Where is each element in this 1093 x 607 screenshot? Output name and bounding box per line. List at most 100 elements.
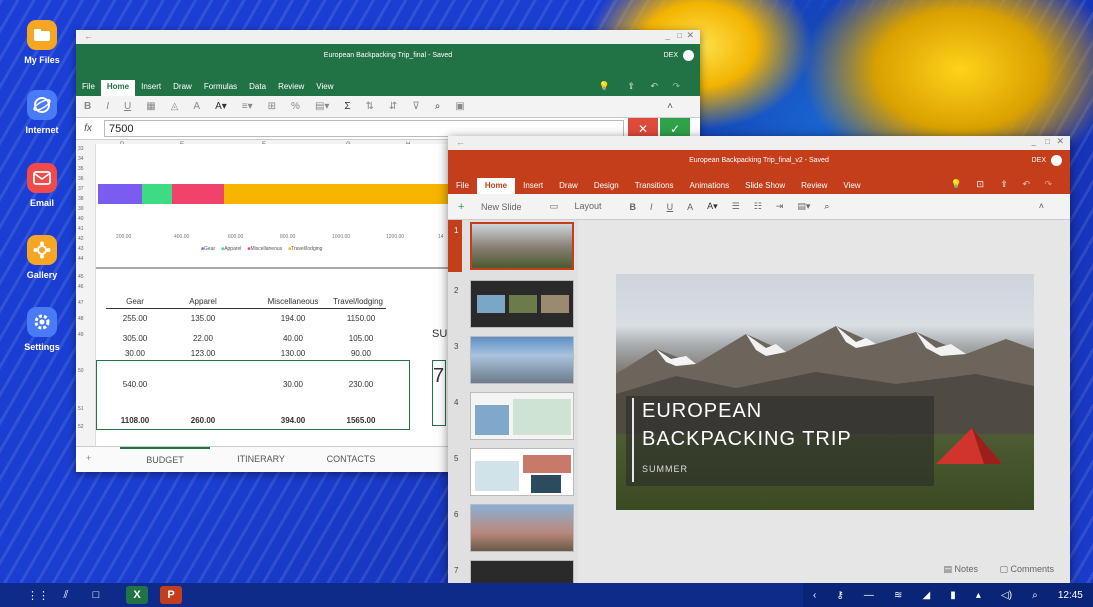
share-icon[interactable]: ⇪ [627, 81, 635, 92]
undo-icon[interactable]: ↶ [1022, 179, 1030, 190]
table-cell[interactable]: 105.00 [326, 334, 396, 343]
sheet-tab-budget[interactable]: BUDGET [120, 447, 210, 473]
text-color-icon[interactable]: A▾ [215, 101, 227, 112]
table-cell[interactable]: 30.00 [258, 380, 328, 389]
tab-transitions[interactable]: Transitions [627, 178, 682, 194]
avatar[interactable] [1051, 155, 1062, 166]
bullets-icon[interactable]: ☰ [732, 201, 740, 212]
new-slide-button[interactable]: + New Slide [458, 201, 535, 213]
wrap-icon[interactable]: ⊞ [268, 101, 276, 112]
format-icon[interactable]: % [291, 101, 300, 112]
signal-icon[interactable]: ◢ [922, 590, 930, 601]
notes-button[interactable]: ▤ Notes [943, 564, 978, 575]
bold-icon[interactable]: B [630, 202, 637, 212]
sort-desc-icon[interactable]: ⇵ [389, 101, 397, 112]
collapse-ribbon-icon[interactable]: ˄ [667, 101, 673, 112]
font-color-icon[interactable]: A [193, 101, 200, 112]
table-cell[interactable]: 1150.00 [326, 314, 396, 323]
table-cell[interactable]: 255.00 [100, 314, 170, 323]
table-cell[interactable]: 230.00 [326, 380, 396, 389]
slide-title-line1[interactable]: EUROPEAN [642, 400, 762, 423]
back-arrow-icon[interactable]: ← [456, 137, 465, 147]
internet-app[interactable]: Internet [16, 90, 68, 135]
close-icon[interactable]: ✕ [686, 30, 694, 41]
tab-slide-show[interactable]: Slide Show [737, 178, 793, 194]
tab-file[interactable]: File [76, 80, 101, 96]
wifi-icon[interactable]: ≋ [894, 590, 902, 601]
table-cell[interactable]: 305.00 [100, 334, 170, 343]
tab-review[interactable]: Review [272, 80, 310, 96]
table-cell[interactable]: 123.00 [168, 349, 238, 358]
lightbulb-icon[interactable]: 💡 [599, 81, 610, 92]
highlight-icon[interactable]: A [687, 202, 693, 212]
align-icon[interactable]: ≡▾ [242, 101, 253, 112]
sheet-tab-itinerary[interactable]: ITINERARY [216, 447, 306, 473]
font-color-icon[interactable]: A▾ [707, 201, 718, 212]
slide-thumbnail[interactable] [470, 336, 574, 384]
tab-home[interactable]: Home [100, 80, 136, 96]
my-files-app[interactable]: My Files [16, 20, 68, 65]
chevron-up-icon[interactable]: ▴ [976, 590, 981, 601]
redo-icon[interactable]: ↷ [1044, 179, 1052, 190]
indent-icon[interactable]: ⇥ [776, 201, 784, 212]
tab-draw[interactable]: Draw [551, 178, 586, 194]
tab-view[interactable]: View [835, 178, 868, 194]
slide-thumbnail[interactable] [470, 560, 574, 584]
arrange-icon[interactable]: ▤▾ [797, 201, 810, 212]
summary-value[interactable]: 7 [432, 360, 446, 426]
table-header[interactable]: Gear [100, 297, 170, 306]
tab-formulas[interactable]: Formulas [198, 80, 243, 96]
search-icon[interactable]: ⌕ [435, 101, 441, 112]
tab-animations[interactable]: Animations [682, 178, 738, 194]
redo-icon[interactable]: ↷ [672, 81, 680, 92]
excel-taskbar-icon[interactable]: X [126, 586, 148, 604]
underline-icon[interactable]: U [667, 202, 674, 212]
slide-thumbnail[interactable] [470, 504, 574, 552]
volume-icon[interactable]: ◁) [1001, 590, 1012, 601]
tab-file[interactable]: File [448, 178, 477, 194]
tab-insert[interactable]: Insert [515, 178, 551, 194]
table-total[interactable]: 394.00 [258, 416, 328, 425]
table-cell[interactable]: 30.00 [100, 349, 170, 358]
gallery-app[interactable]: Gallery [16, 235, 68, 280]
collapse-ribbon-icon[interactable]: ˄ [1039, 201, 1044, 211]
sum-icon[interactable]: Σ [344, 101, 350, 112]
table-cell[interactable]: 540.00 [100, 380, 170, 389]
filter-icon[interactable]: ⊽ [412, 101, 419, 112]
close-icon[interactable]: ✕ [1056, 136, 1064, 147]
tab-data[interactable]: Data [243, 80, 272, 96]
underline-icon[interactable]: U [124, 101, 131, 112]
layout-button[interactable]: ▭ Layout [549, 201, 615, 212]
recent-apps-icon[interactable]: ⫽ [56, 586, 76, 604]
slide-canvas[interactable]: EUROPEAN BACKPACKING TRIP SUMMER [616, 274, 1034, 510]
powerpoint-taskbar-icon[interactable]: P [160, 586, 182, 604]
table-total[interactable]: 1108.00 [100, 416, 170, 425]
table-cell[interactable]: 194.00 [258, 314, 328, 323]
search-icon[interactable]: ⌕ [824, 201, 829, 212]
bold-icon[interactable]: B [84, 101, 91, 112]
tab-home[interactable]: Home [476, 178, 516, 194]
table-cell[interactable]: 90.00 [326, 349, 396, 358]
add-sheet-icon[interactable]: + [86, 453, 91, 463]
share-icon[interactable]: ⇪ [1000, 179, 1008, 190]
table-cell[interactable]: 135.00 [168, 314, 238, 323]
minimize-icon[interactable]: _ [1032, 137, 1036, 146]
apps-grid-icon[interactable]: ⋮⋮ [27, 586, 49, 604]
email-app[interactable]: Email [16, 163, 68, 208]
tab-design[interactable]: Design [586, 178, 627, 194]
avatar[interactable] [683, 50, 694, 61]
slide-thumbnail[interactable] [470, 280, 574, 328]
slide-thumbnail[interactable] [470, 392, 574, 440]
borders-icon[interactable]: ▦ [146, 101, 155, 112]
italic-icon[interactable]: I [106, 101, 109, 112]
back-icon[interactable]: ‹ [813, 590, 816, 601]
slide-subtitle[interactable]: SUMMER [642, 464, 688, 474]
slide-thumbnail[interactable] [470, 222, 574, 270]
home-icon[interactable]: □ [86, 586, 106, 604]
lightbulb-icon[interactable]: 💡 [951, 179, 962, 190]
table-header[interactable]: Apparel [168, 297, 238, 306]
maximize-icon[interactable]: □ [677, 31, 682, 40]
slide-thumbnail[interactable] [470, 448, 574, 496]
tab-draw[interactable]: Draw [167, 80, 198, 96]
comments-button[interactable]: ▢ Comments [999, 564, 1054, 575]
